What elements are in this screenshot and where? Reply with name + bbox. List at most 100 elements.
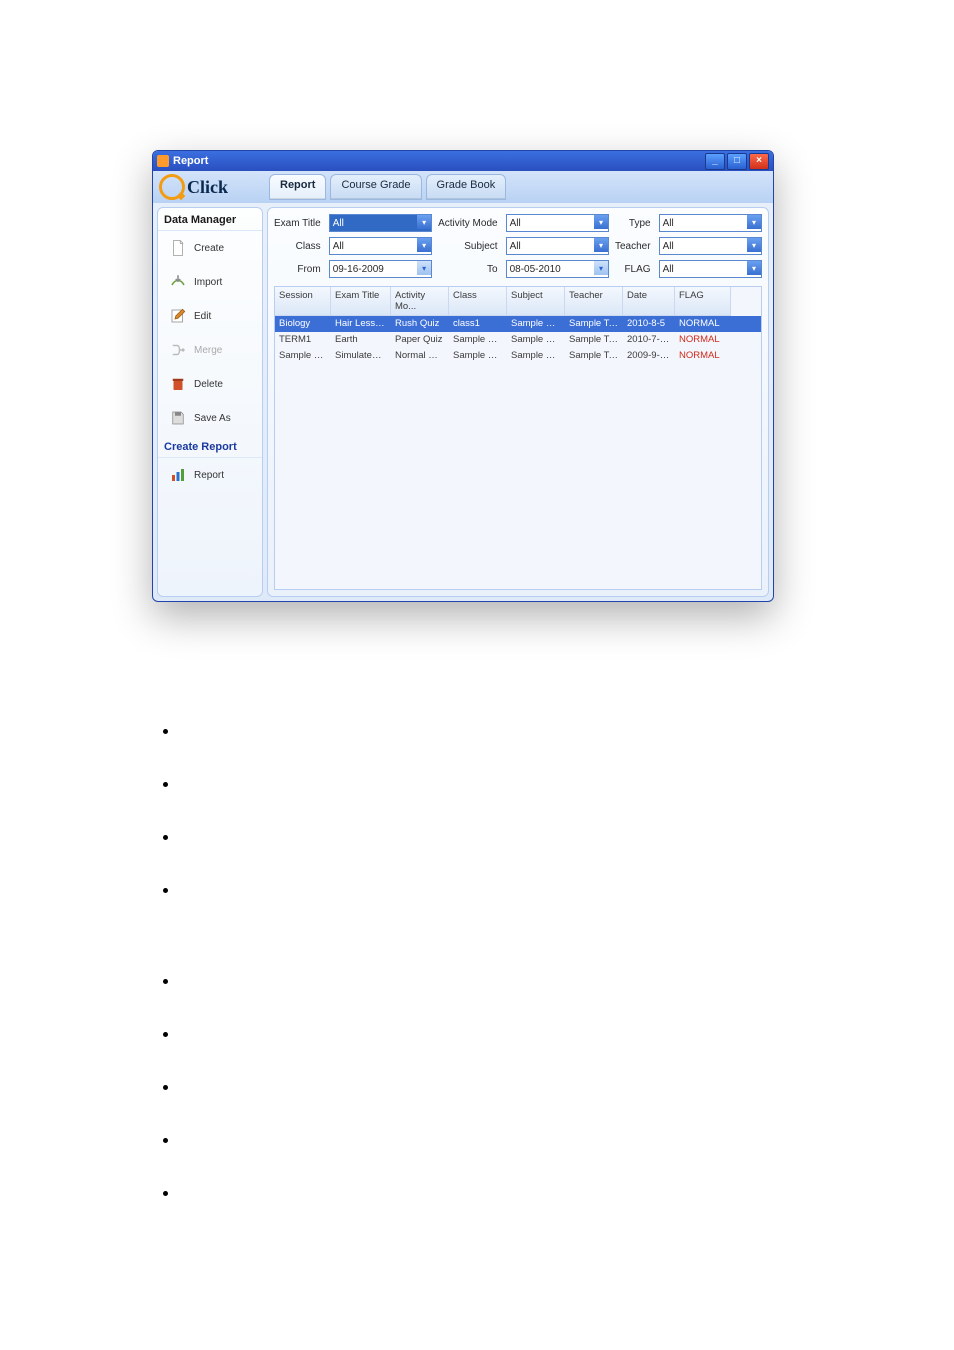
bullet-item <box>180 970 800 989</box>
grid-cell: Simulated ... <box>331 348 391 364</box>
sidebar-item-delete[interactable]: Delete <box>158 367 262 401</box>
tab-grade-book[interactable]: Grade Book <box>426 174 507 200</box>
col-date[interactable]: Date <box>623 287 675 316</box>
data-grid[interactable]: Session Exam Title Activity Mo... Class … <box>274 286 762 590</box>
grid-cell: Sample Cl... <box>449 332 507 348</box>
table-row[interactable]: Sample Se...Simulated ...Normal QuizSamp… <box>275 348 761 364</box>
grid-cell: Earth <box>331 332 391 348</box>
sidebar-item-edit[interactable]: Edit <box>158 299 262 333</box>
col-class[interactable]: Class <box>449 287 507 316</box>
header: Click Report Course Grade Grade Book <box>153 171 773 203</box>
sidebar-item-label: Merge <box>194 345 222 356</box>
dropdown-icon[interactable] <box>747 261 761 275</box>
sidebar-item-saveas[interactable]: Save As <box>158 401 262 435</box>
sidebar-item-import[interactable]: Import <box>158 265 262 299</box>
label-from: From <box>274 264 323 275</box>
label-class: Class <box>274 241 323 252</box>
edit-icon <box>168 307 188 325</box>
grid-cell: 2010-8-5 <box>623 316 675 332</box>
grid-cell: Sample Su... <box>507 332 565 348</box>
sidebar-item-label: Report <box>194 470 224 481</box>
grid-cell: NORMAL <box>675 332 731 348</box>
document-icon <box>168 239 188 257</box>
label-teacher: Teacher <box>615 241 653 252</box>
filter-exam-title[interactable]: All <box>329 214 432 232</box>
grid-cell: Sample Cl... <box>449 348 507 364</box>
titlebar[interactable]: Report _ □ × <box>153 151 773 171</box>
filter-subject[interactable]: All <box>506 237 609 255</box>
grid-cell: 2009-9-16 <box>623 348 675 364</box>
logo-q-icon <box>159 174 185 200</box>
chart-icon <box>168 466 188 484</box>
save-icon <box>168 409 188 427</box>
grid-cell: Sample Se... <box>275 348 331 364</box>
grid-cell: Hair Lesson... <box>331 316 391 332</box>
dropdown-icon[interactable] <box>594 238 608 252</box>
logo-text: Click <box>187 177 228 198</box>
grid-cell: 2010-7-26 <box>623 332 675 348</box>
bullet-item <box>180 1182 800 1201</box>
grid-cell: Sample Te... <box>565 348 623 364</box>
dropdown-icon[interactable] <box>594 261 608 275</box>
maximize-button[interactable]: □ <box>727 153 747 170</box>
filter-activity-mode[interactable]: All <box>506 214 609 232</box>
sidebar-item-merge: Merge <box>158 333 262 367</box>
col-subject[interactable]: Subject <box>507 287 565 316</box>
table-row[interactable]: BiologyHair Lesson...Rush Quizclass1Samp… <box>275 316 761 332</box>
sidebar-item-label: Create <box>194 243 224 254</box>
sidebar-item-create[interactable]: Create <box>158 231 262 265</box>
sidebar-item-label: Save As <box>194 413 231 424</box>
col-activity-mode[interactable]: Activity Mo... <box>391 287 449 316</box>
delete-icon <box>168 375 188 393</box>
bullet-item <box>180 879 800 898</box>
col-session[interactable]: Session <box>275 287 331 316</box>
merge-icon <box>168 341 188 359</box>
col-teacher[interactable]: Teacher <box>565 287 623 316</box>
bullet-item <box>180 1023 800 1042</box>
table-row[interactable]: TERM1EarthPaper QuizSample Cl...Sample S… <box>275 332 761 348</box>
filter-from[interactable]: 09-16-2009 <box>329 260 432 278</box>
grid-cell: Sample Su... <box>507 348 565 364</box>
minimize-button[interactable]: _ <box>705 153 725 170</box>
app-icon <box>157 155 169 167</box>
sidebar-item-label: Import <box>194 277 222 288</box>
filter-type[interactable]: All <box>659 214 762 232</box>
label-to: To <box>438 264 499 275</box>
grid-cell: Paper Quiz <box>391 332 449 348</box>
grid-cell: Normal Quiz <box>391 348 449 364</box>
grid-cell: Biology <box>275 316 331 332</box>
grid-cell: Rush Quiz <box>391 316 449 332</box>
bullet-item <box>180 773 800 792</box>
label-activity-mode: Activity Mode <box>438 218 499 229</box>
dropdown-icon[interactable] <box>417 261 431 275</box>
sidebar-section-data-manager: Data Manager <box>158 208 262 231</box>
close-button[interactable]: × <box>749 153 769 170</box>
filter-flag[interactable]: All <box>659 260 762 278</box>
filter-teacher[interactable]: All <box>659 237 762 255</box>
filter-to[interactable]: 08-05-2010 <box>506 260 609 278</box>
filter-class[interactable]: All <box>329 237 432 255</box>
dropdown-icon[interactable] <box>747 238 761 252</box>
col-flag[interactable]: FLAG <box>675 287 731 316</box>
grid-cell: Sample Te... <box>565 332 623 348</box>
grid-cell: NORMAL <box>675 316 731 332</box>
sidebar-item-report[interactable]: Report <box>158 458 262 492</box>
sidebar-section-create-report: Create Report <box>158 435 262 458</box>
grid-cell: NORMAL <box>675 348 731 364</box>
label-exam-title: Exam Title <box>274 218 323 229</box>
dropdown-icon[interactable] <box>594 215 608 229</box>
sidebar-item-label: Edit <box>194 311 211 322</box>
dropdown-icon[interactable] <box>417 238 431 252</box>
dropdown-icon[interactable] <box>417 215 431 229</box>
dropdown-icon[interactable] <box>747 215 761 229</box>
bullet-item <box>180 720 800 739</box>
filter-bar: Exam Title All Activity Mode All Type Al… <box>274 214 762 278</box>
label-type: Type <box>615 218 653 229</box>
tab-course-grade[interactable]: Course Grade <box>330 174 421 200</box>
document-bullets <box>160 720 800 1235</box>
col-exam-title[interactable]: Exam Title <box>331 287 391 316</box>
sidebar-item-label: Delete <box>194 379 223 390</box>
tab-report[interactable]: Report <box>269 174 326 200</box>
bullet-item <box>180 826 800 845</box>
bullet-item <box>180 1076 800 1095</box>
